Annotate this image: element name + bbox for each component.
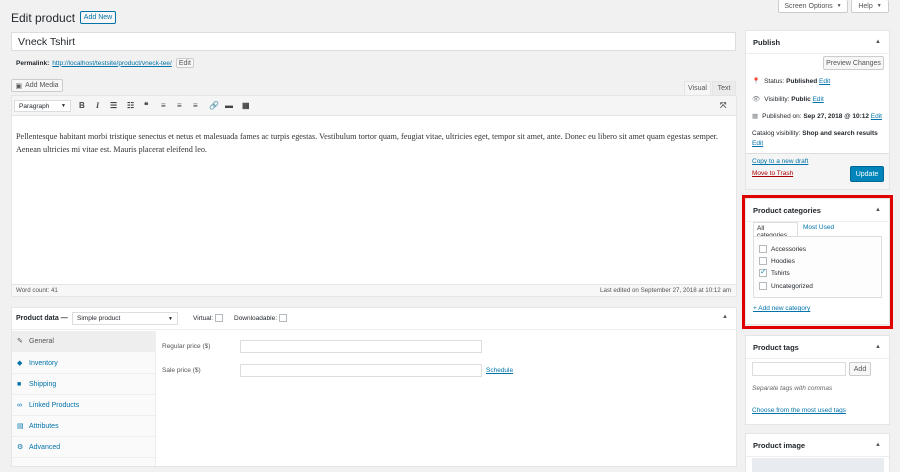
link-icon: ∞: [17, 401, 22, 409]
wrench-icon: ✎: [17, 338, 23, 345]
copy-draft-link[interactable]: Copy to a new draft: [752, 158, 808, 165]
sale-price-label: Sale price ($): [162, 367, 201, 374]
list-icon: ▤: [17, 423, 24, 430]
screen-options-label: Screen Options: [784, 2, 833, 10]
product-image-header: Product image ▲: [746, 434, 889, 457]
product-type-select[interactable]: Simple product ▼: [72, 312, 178, 325]
catalog-edit-link[interactable]: Edit: [752, 140, 763, 147]
collapse-caret-icon[interactable]: ▲: [875, 39, 881, 45]
choose-tags-link[interactable]: Choose from the most used tags: [752, 407, 846, 414]
catalog-visibility-row: Catalog visibility: Shop and search resu…: [752, 130, 878, 147]
tags-hint: Separate tags with commas: [752, 385, 833, 392]
move-to-trash-link[interactable]: Move to Trash: [752, 170, 793, 177]
add-tag-button[interactable]: Add: [849, 362, 871, 376]
permalink-link[interactable]: http://localhost/testsite/product/vneck-…: [52, 60, 172, 67]
status-edit-link[interactable]: Edit: [819, 78, 830, 85]
chevron-down-icon: ▼: [876, 3, 882, 9]
regular-price-input[interactable]: [240, 340, 482, 353]
toolbar-toggle-icon[interactable]: ▦: [242, 101, 250, 110]
editor-box: [11, 95, 737, 297]
blockquote-icon[interactable]: ❝: [144, 101, 148, 110]
publish-header: Publish ▲: [746, 31, 889, 54]
status-row: 📍 Status: Published Edit: [752, 77, 831, 86]
virtual-option: Virtual:: [193, 314, 224, 322]
collapse-caret-icon[interactable]: ▲: [875, 344, 881, 350]
numbered-list-icon[interactable]: ☷: [127, 101, 134, 110]
downloadable-checkbox[interactable]: [279, 314, 288, 322]
published-edit-link[interactable]: Edit: [871, 113, 882, 120]
add-media-button[interactable]: ▣ Add Media: [11, 79, 63, 92]
eye-icon: 👁: [752, 96, 761, 103]
editor-toolbar: [12, 96, 736, 116]
virtual-checkbox[interactable]: [215, 314, 224, 322]
tab-attributes[interactable]: ▤ Attributes: [12, 416, 156, 437]
schedule-link[interactable]: Schedule: [486, 367, 513, 374]
downloadable-option: Downloadable:: [234, 314, 288, 322]
tab-advanced[interactable]: ⚙ Advanced: [12, 437, 156, 458]
tab-shipping[interactable]: ■ Shipping: [12, 374, 156, 395]
fullscreen-icon[interactable]: ⤧: [720, 101, 726, 111]
permalink-label: Permalink:: [16, 59, 50, 67]
permalink-edit-button[interactable]: Edit: [175, 58, 194, 68]
tab-text[interactable]: Text: [712, 81, 736, 95]
calendar-icon: ▦: [752, 113, 759, 120]
tab-visual[interactable]: Visual: [684, 81, 711, 95]
screen-options-button[interactable]: Screen Options ▼: [778, 0, 848, 13]
post-title-value: Vneck Tshirt: [18, 36, 75, 48]
preview-changes-button[interactable]: Preview Changes: [823, 56, 884, 70]
permalink-row: Permalink: http://localhost/testsite/pro…: [16, 58, 194, 68]
truck-icon: ■: [17, 380, 22, 388]
align-center-icon[interactable]: ≡: [177, 101, 182, 110]
media-icon: ▣: [15, 82, 23, 90]
chevron-down-icon: ▼: [168, 315, 173, 322]
tab-inventory[interactable]: ◆ Inventory: [12, 353, 156, 374]
editor-content[interactable]: Pellentesque habitant morbi tristique se…: [16, 130, 732, 156]
publish-title: Publish: [753, 38, 781, 47]
format-select[interactable]: Paragraph ▼: [14, 100, 71, 112]
product-data-label: Product data —: [16, 315, 68, 322]
highlight-box: [742, 195, 893, 329]
align-left-icon[interactable]: ≡: [161, 101, 166, 110]
update-button[interactable]: Update: [850, 166, 884, 182]
word-count: Word count: 41: [16, 287, 58, 294]
sale-price-input[interactable]: [240, 364, 482, 377]
collapse-caret-icon[interactable]: ▲: [875, 442, 881, 448]
product-image-placeholder[interactable]: [752, 458, 884, 472]
help-button[interactable]: Help ▼: [851, 0, 889, 13]
gear-icon: ⚙: [17, 444, 24, 451]
post-title-input[interactable]: Vneck Tshirt: [11, 32, 736, 51]
visibility-edit-link[interactable]: Edit: [813, 96, 824, 103]
link-icon[interactable]: 🔗: [209, 101, 219, 110]
add-new-button[interactable]: Add New: [80, 11, 116, 24]
tags-header: Product tags ▲: [746, 336, 889, 359]
last-edited: Last edited on September 27, 2018 at 10:…: [600, 287, 732, 294]
tab-general[interactable]: ✎ General: [12, 331, 156, 352]
product-image-title: Product image: [753, 441, 806, 450]
add-media-label: Add Media: [25, 82, 59, 89]
chevron-down-icon: ▼: [61, 103, 66, 109]
published-row: ▦ Published on: Sep 27, 2018 @ 10:12 Edi…: [752, 112, 882, 121]
visibility-row: 👁 Visibility: Public Edit: [752, 95, 824, 104]
diamond-icon: ◆: [17, 360, 23, 367]
tab-linked-products[interactable]: ∞ Linked Products: [12, 395, 156, 416]
collapse-caret-icon[interactable]: ▲: [722, 314, 728, 320]
italic-icon[interactable]: I: [96, 101, 99, 110]
tags-title: Product tags: [753, 343, 799, 352]
regular-price-label: Regular price ($): [162, 343, 211, 350]
tags-input[interactable]: [752, 362, 846, 376]
page-title: Edit product: [11, 11, 76, 25]
pin-icon: 📍: [752, 78, 761, 85]
help-label: Help: [858, 2, 873, 10]
chevron-down-icon: ▼: [836, 3, 842, 9]
align-right-icon[interactable]: ≡: [193, 101, 198, 110]
bullet-list-icon[interactable]: ☰: [110, 101, 117, 110]
product-data-tabs: ✎ General ◆ Inventory ■ Shipping ∞ Linked Pr…: [12, 331, 156, 466]
read-more-icon[interactable]: ▬: [225, 101, 233, 110]
bold-icon[interactable]: B: [79, 101, 85, 110]
